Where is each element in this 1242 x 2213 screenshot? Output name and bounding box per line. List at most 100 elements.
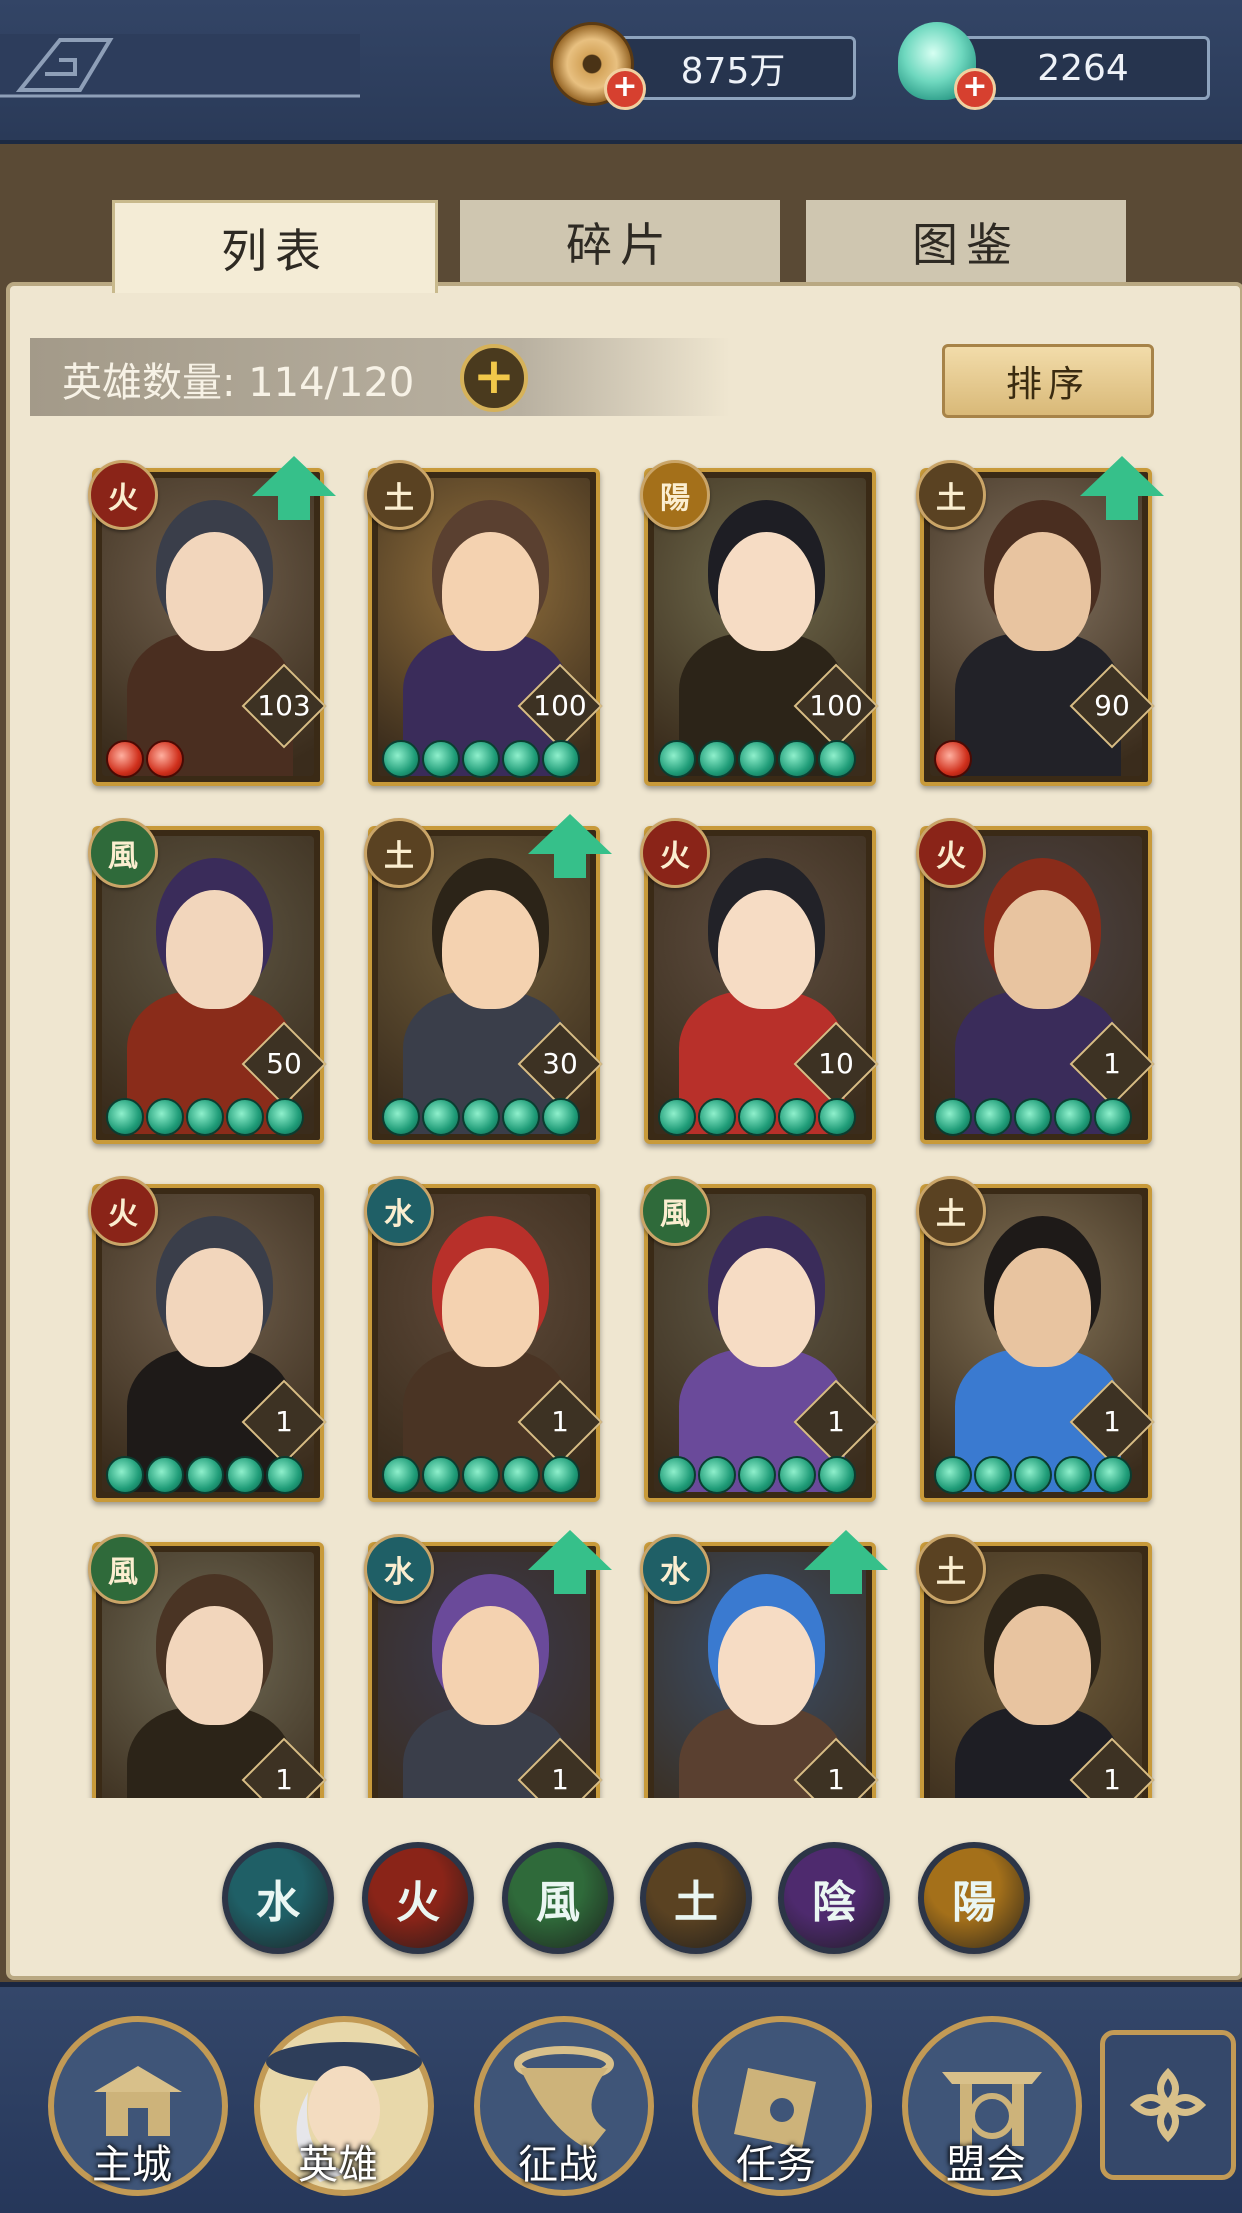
hero-card[interactable]: 水1 bbox=[364, 1176, 603, 1502]
hero-card[interactable]: 火 10 bbox=[640, 818, 879, 1144]
nav-campaign-label: 征战 bbox=[518, 2142, 598, 2188]
jade-star-icon bbox=[934, 740, 972, 778]
hero-card[interactable]: 土1 bbox=[916, 1176, 1155, 1502]
hero-level: 90 bbox=[1094, 689, 1130, 722]
element-badge: 火 bbox=[88, 460, 158, 530]
element-badge: 火 bbox=[88, 1176, 158, 1246]
star-row bbox=[106, 1098, 304, 1136]
hero-card[interactable]: 土 30 bbox=[364, 814, 612, 1144]
jade-star-icon bbox=[778, 1456, 816, 1494]
nav-tasks-label: 任务 bbox=[736, 2142, 816, 2188]
jade-star-icon bbox=[462, 740, 500, 778]
jade-star-icon bbox=[974, 1098, 1012, 1136]
hero-card[interactable]: 風 50 bbox=[88, 818, 327, 1144]
element-badge: 風 bbox=[88, 1534, 158, 1604]
jade-star-icon bbox=[658, 1456, 696, 1494]
hero-level: 1 bbox=[1103, 1047, 1121, 1080]
jade-star-icon bbox=[778, 1098, 816, 1136]
element-badge: 土 bbox=[916, 1176, 986, 1246]
filter-yang-button[interactable]: 陽 bbox=[918, 1842, 1030, 1954]
hero-level: 1 bbox=[827, 1405, 845, 1438]
hero-level: 100 bbox=[533, 689, 587, 722]
jade-star-icon bbox=[738, 1098, 776, 1136]
jade-star-icon bbox=[934, 1456, 972, 1494]
jade-star-icon bbox=[186, 1456, 224, 1494]
filter-wind-button[interactable]: 風 bbox=[502, 1842, 614, 1954]
jade-star-icon bbox=[462, 1098, 500, 1136]
jade-star-icon bbox=[106, 1098, 144, 1136]
star-row bbox=[934, 1098, 1132, 1136]
element-badge: 土 bbox=[364, 818, 434, 888]
hero-level: 10 bbox=[818, 1047, 854, 1080]
hero-grid: 火 103 土 100 陽 100 土 90 風 50 土 30 火 10 火 1 火 1 水 1 風 1 土 1 風 1 水 1 水 1… bbox=[0, 0, 1242, 1860]
star-row bbox=[382, 1098, 580, 1136]
element-badge: 水 bbox=[364, 1534, 434, 1604]
star-row bbox=[934, 1456, 1132, 1494]
upgrade-arrow-icon bbox=[1080, 456, 1164, 520]
jade-star-icon bbox=[542, 740, 580, 778]
star-row bbox=[106, 740, 184, 778]
jade-star-icon bbox=[542, 1456, 580, 1494]
jade-star-icon bbox=[818, 740, 856, 778]
star-row bbox=[658, 740, 856, 778]
jade-star-icon bbox=[1094, 1456, 1132, 1494]
nav-alliance-label: 盟会 bbox=[946, 2142, 1026, 2188]
jade-star-icon bbox=[382, 1456, 420, 1494]
jade-star-icon bbox=[698, 1098, 736, 1136]
hero-card[interactable]: 土 90 bbox=[916, 456, 1164, 786]
hero-level: 100 bbox=[809, 689, 863, 722]
jade-star-icon bbox=[146, 1098, 184, 1136]
flower-menu-icon bbox=[1129, 2067, 1207, 2143]
jade-star-icon bbox=[266, 1456, 304, 1494]
element-badge: 水 bbox=[640, 1534, 710, 1604]
filter-yin-button[interactable]: 陰 bbox=[778, 1842, 890, 1954]
jade-star-icon bbox=[658, 740, 696, 778]
hero-card[interactable]: 火1 bbox=[916, 818, 1155, 1144]
hero-card[interactable]: 風1 bbox=[640, 1176, 879, 1502]
star-row bbox=[658, 1098, 856, 1136]
jade-star-icon bbox=[382, 740, 420, 778]
jade-star-icon bbox=[146, 740, 184, 778]
jade-star-icon bbox=[1014, 1456, 1052, 1494]
jade-star-icon bbox=[226, 1098, 264, 1136]
hero-card[interactable]: 陽 100 bbox=[640, 460, 879, 786]
jade-star-icon bbox=[1054, 1456, 1092, 1494]
nav-heroes-label: 英雄 bbox=[298, 2142, 378, 2188]
jade-star-icon bbox=[502, 1456, 540, 1494]
hero-card[interactable]: 火1 bbox=[88, 1176, 327, 1502]
jade-star-icon bbox=[502, 1098, 540, 1136]
jade-star-icon bbox=[974, 1456, 1012, 1494]
element-badge: 土 bbox=[916, 460, 986, 530]
filter-bar bbox=[10, 1798, 1232, 1968]
jade-star-icon bbox=[778, 740, 816, 778]
jade-star-icon bbox=[818, 1098, 856, 1136]
jade-star-icon bbox=[266, 1098, 304, 1136]
jade-star-icon bbox=[186, 1098, 224, 1136]
jade-star-icon bbox=[698, 1456, 736, 1494]
nav-main-city-label: 主城 bbox=[92, 2142, 172, 2188]
jade-star-icon bbox=[502, 740, 540, 778]
jade-star-icon bbox=[106, 1456, 144, 1494]
hero-card[interactable]: 火 103 bbox=[88, 456, 336, 786]
jade-star-icon bbox=[146, 1456, 184, 1494]
upgrade-arrow-icon bbox=[252, 456, 336, 520]
jade-star-icon bbox=[226, 1456, 264, 1494]
element-badge: 風 bbox=[640, 1176, 710, 1246]
jade-star-icon bbox=[382, 1098, 420, 1136]
filter-earth-button[interactable]: 土 bbox=[640, 1842, 752, 1954]
hero-card[interactable]: 土 100 bbox=[364, 460, 603, 786]
more-menu-button[interactable] bbox=[1100, 2030, 1236, 2180]
element-badge: 土 bbox=[916, 1534, 986, 1604]
jade-star-icon bbox=[738, 1456, 776, 1494]
star-row bbox=[934, 740, 972, 778]
hero-level: 1 bbox=[1103, 1405, 1121, 1438]
star-row bbox=[382, 1456, 580, 1494]
star-row bbox=[106, 1456, 304, 1494]
hero-level: 1 bbox=[275, 1405, 293, 1438]
filter-water-button[interactable]: 水 bbox=[222, 1842, 334, 1954]
upgrade-arrow-icon bbox=[528, 814, 612, 878]
filter-fire-button[interactable]: 火 bbox=[362, 1842, 474, 1954]
element-badge: 陽 bbox=[640, 460, 710, 530]
jade-star-icon bbox=[106, 740, 144, 778]
jade-star-icon bbox=[738, 740, 776, 778]
